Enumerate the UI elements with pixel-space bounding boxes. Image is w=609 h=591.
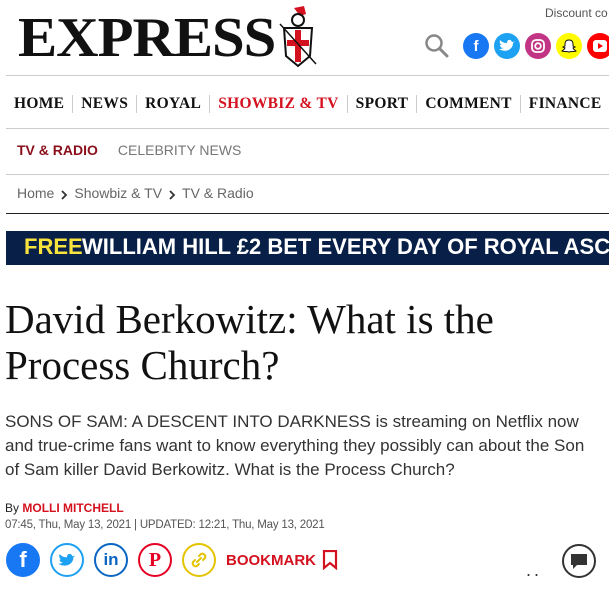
pinterest-share-icon[interactable]: P [138,543,172,577]
copy-link-icon[interactable] [182,543,216,577]
youtube-icon[interactable] [587,33,609,59]
divider [6,213,609,214]
bookmark-button[interactable]: BOOKMARK [226,550,338,570]
header-icons: f [424,33,609,59]
bookmark-icon [322,550,338,570]
chevron-right-icon [61,190,68,200]
byline: By MOLLI MITCHELL [5,501,124,515]
more-dots-icon[interactable]: .. [526,560,542,581]
breadcrumb-home[interactable]: Home [17,185,54,201]
byline-prefix: By [5,501,20,515]
bookmark-label: BOOKMARK [226,551,316,569]
breadcrumb-showbiz-tv[interactable]: Showbiz & TV [74,185,162,201]
divider [6,75,609,76]
instagram-icon[interactable] [525,33,551,59]
nav-item-royal[interactable]: ROYAL [137,95,209,113]
article-standfirst: SONS OF SAM: A DESCENT INTO DARKNESS is … [5,412,585,479]
subnav-celebrity-news[interactable]: CELEBRITY NEWS [118,142,241,158]
advert-banner[interactable]: FREE WILLIAM HILL £2 BET EVERY DAY OF RO… [6,231,609,265]
twitter-icon[interactable] [494,33,520,59]
subnav-tv-radio[interactable]: TV & RADIO [17,142,98,158]
nav-item-comment[interactable]: COMMENT [417,95,519,113]
nav-item-home[interactable]: HOME [6,95,72,113]
facebook-icon[interactable]: f [463,33,489,59]
linkedin-share-icon[interactable]: in [94,543,128,577]
twitter-share-icon[interactable] [50,543,84,577]
nav-item-news[interactable]: NEWS [73,95,136,113]
sub-nav: TV & RADIO CELEBRITY NEWS [17,142,241,158]
divider [6,128,609,129]
article-headline: David Berkowitz: What is the Process Chu… [5,296,494,388]
banner-text: WILLIAM HILL £2 BET EVERY DAY OF ROYAL A… [82,234,609,259]
snapchat-icon[interactable] [556,33,582,59]
search-icon[interactable] [424,33,450,59]
chevron-right-icon [169,190,176,200]
share-bar: f in P [6,543,216,577]
nav-item-finance[interactable]: FINANCE [521,95,609,113]
nav-item-sport[interactable]: SPORT [348,95,417,113]
author-link[interactable]: MOLLI MITCHELL [22,501,123,515]
banner-free-label: FREE [24,234,83,259]
express-logo[interactable]: EXPRESS [18,6,276,70]
main-nav: HOME NEWS ROYAL SHOWBIZ & TV SPORT COMME… [6,86,609,122]
breadcrumb-tv-radio[interactable]: TV & Radio [182,185,254,201]
comment-icon[interactable] [562,544,596,578]
discount-codes-link[interactable]: Discount co [545,6,608,20]
facebook-share-icon[interactable]: f [6,543,40,577]
nav-item-showbiz-tv[interactable]: SHOWBIZ & TV [210,95,346,113]
dateline: 07:45, Thu, May 13, 2021 | UPDATED: 12:2… [5,519,325,531]
divider [6,174,609,175]
crusader-knight-icon[interactable] [274,4,322,70]
site-header: EXPRESS Discount co f [0,0,609,76]
breadcrumb: Home Showbiz & TV TV & Radio [17,185,254,201]
